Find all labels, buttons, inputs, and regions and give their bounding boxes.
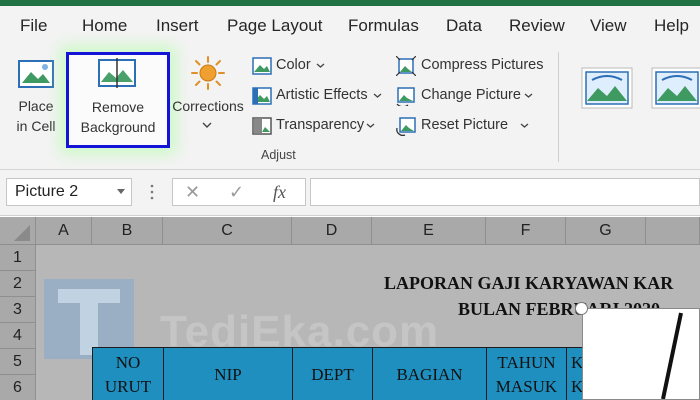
menu-home[interactable]: Home [82, 16, 127, 36]
row-header-6[interactable]: 6 [0, 375, 36, 400]
table-header-no-urut[interactable]: NO URUT [92, 347, 164, 400]
reset-picture-label: Reset Picture [421, 117, 509, 133]
formula-bar: Picture 2 ✕ ✓ fx [0, 170, 700, 216]
remove-background-label-1: Remove [91, 99, 145, 115]
picture-style-thumbnail-2[interactable] [650, 66, 700, 110]
transparency-label: Transparency [276, 117, 365, 133]
change-picture-icon [396, 87, 415, 106]
remove-background-label-2: Background [80, 119, 156, 135]
header-text: BAGIAN [396, 365, 463, 384]
row-header-2[interactable]: 2 [0, 271, 36, 297]
chevron-down-icon [202, 122, 212, 128]
header-text: NIP [214, 365, 242, 384]
column-header-d[interactable]: D [292, 217, 372, 245]
column-header-c[interactable]: C [163, 217, 292, 245]
formula-controls: ✕ ✓ fx [172, 178, 306, 206]
column-header-e[interactable]: E [372, 217, 486, 245]
chevron-down-icon [366, 123, 375, 128]
selected-picture[interactable] [582, 308, 700, 400]
artistic-effects-label: Artistic Effects [276, 87, 368, 103]
picture-style-thumbnail-1[interactable] [580, 66, 634, 110]
drag-handle-icon[interactable] [150, 183, 154, 201]
name-box[interactable]: Picture 2 [6, 178, 132, 206]
remove-background-button[interactable]: Remove Background [66, 52, 170, 148]
column-header-h[interactable] [646, 217, 700, 245]
column-header-b[interactable]: B [92, 217, 163, 245]
column-header-f[interactable]: F [486, 217, 566, 245]
select-all-corner[interactable] [0, 217, 36, 245]
compress-icon [396, 56, 416, 76]
chevron-down-icon[interactable] [117, 189, 125, 194]
compress-pictures-label: Compress Pictures [421, 57, 544, 73]
table-header-bagian[interactable]: BAGIAN [372, 347, 487, 400]
column-header-g[interactable]: G [566, 217, 646, 245]
menu-page-layout[interactable]: Page Layout [227, 16, 322, 36]
cancel-icon[interactable]: ✕ [185, 182, 200, 203]
ribbon-group-separator [558, 52, 559, 162]
row-header-5[interactable]: 5 [0, 349, 36, 375]
resize-handle[interactable] [575, 302, 588, 315]
menu-view[interactable]: View [590, 16, 627, 36]
select-all-icon [14, 225, 30, 241]
place-in-cell-label-1: Place [18, 98, 54, 114]
header-text: MASUK [495, 377, 558, 396]
artistic-effects-icon [252, 87, 272, 105]
place-in-cell-icon [18, 60, 54, 88]
chevron-down-icon [373, 93, 382, 98]
corrections-label: Corrections [172, 98, 244, 114]
header-text: NO [115, 353, 141, 372]
menu-bar: File Home Insert Page Layout Formulas Da… [0, 6, 700, 46]
header-text: TAHUN [497, 353, 556, 372]
menu-help[interactable]: Help [654, 16, 689, 36]
table-header-tahun-masuk[interactable]: TAHUN MASUK [486, 347, 567, 400]
header-text: DEPT [311, 365, 354, 384]
reset-picture-icon [396, 117, 416, 136]
menu-data[interactable]: Data [446, 16, 482, 36]
insert-function-icon[interactable]: fx [273, 182, 286, 203]
chevron-down-icon [524, 93, 533, 98]
picture-content [661, 312, 683, 400]
row-header-4[interactable]: 4 [0, 323, 36, 349]
header-text: URUT [104, 377, 152, 396]
formula-input[interactable] [310, 178, 700, 206]
menu-insert[interactable]: Insert [156, 16, 199, 36]
column-header-a[interactable]: A [36, 217, 92, 245]
row-header-3[interactable]: 3 [0, 297, 36, 323]
enter-icon[interactable]: ✓ [229, 182, 244, 203]
change-picture-label: Change Picture [421, 87, 521, 103]
report-title-line-1: LAPORAN GAJI KARYAWAN KAR [384, 273, 674, 293]
place-in-cell-label-2: in Cell [16, 118, 56, 134]
menu-review[interactable]: Review [509, 16, 565, 36]
adjust-group-label: Adjust [261, 148, 296, 162]
remove-background-icon [98, 58, 136, 88]
table-header-dept[interactable]: DEPT [292, 347, 373, 400]
name-box-value: Picture 2 [15, 183, 79, 200]
table-header-nip[interactable]: NIP [163, 347, 293, 400]
transparency-icon [252, 117, 272, 135]
menu-formulas[interactable]: Formulas [348, 16, 419, 36]
chevron-down-icon [520, 123, 529, 128]
worksheet-grid[interactable]: A B C D E F G 1 2 3 4 5 6 TediEka.com LA… [0, 217, 700, 400]
color-label: Color [276, 57, 311, 73]
sun-icon [191, 56, 225, 90]
color-icon [252, 57, 272, 75]
row-header-1[interactable]: 1 [0, 245, 36, 271]
menu-file[interactable]: File [20, 16, 47, 36]
chevron-down-icon [316, 63, 325, 68]
